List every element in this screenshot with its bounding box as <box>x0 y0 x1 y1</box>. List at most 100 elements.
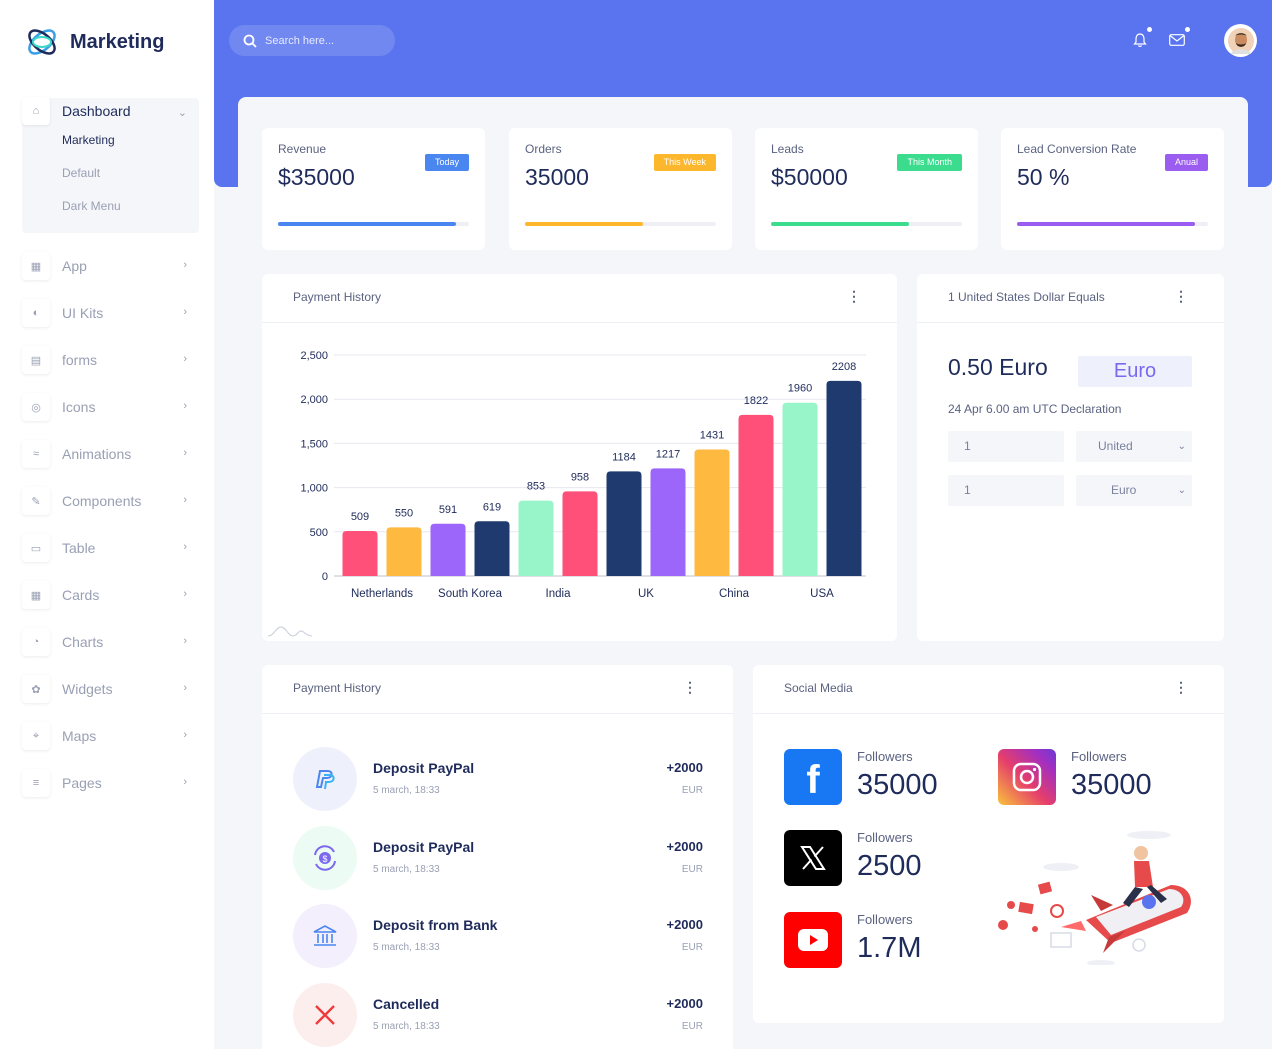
followers-value: 2500 <box>857 850 922 882</box>
rate-date: 24 Apr 6.00 am UTC Declaration <box>948 402 1122 416</box>
chevron-right-icon: › <box>183 541 187 553</box>
rocket-illustration <box>998 831 1191 965</box>
bar <box>738 414 774 576</box>
mail-icon[interactable] <box>1169 34 1185 46</box>
sidebar-subitem-default[interactable]: Default <box>22 157 199 190</box>
followers-label: Followers <box>857 912 913 927</box>
mail-dot <box>1185 27 1190 32</box>
bar <box>474 521 510 576</box>
social-item-facebook[interactable]: f Followers 35000 <box>784 749 984 809</box>
sidebar-item-widgets[interactable]: ✿ Widgets › <box>22 674 199 704</box>
transaction-name: Cancelled <box>373 995 440 1012</box>
stat-card: Lead Conversion Rate 50 % Anual <box>1001 128 1224 250</box>
list-item[interactable]: Cancelled 5 march, 18:33 +2000 EUR <box>293 982 703 1047</box>
cards-icon: ▦ <box>22 581 50 609</box>
transaction-date: 5 march, 18:33 <box>373 1020 440 1032</box>
sidebar-item-ui-kits[interactable]: ◐ UI Kits › <box>22 298 199 328</box>
currency-select-1[interactable]: United ⌄ <box>1076 431 1192 462</box>
y-tick-label: 500 <box>310 527 328 539</box>
period-badge: Anual <box>1164 154 1208 171</box>
chevron-right-icon: › <box>183 588 187 600</box>
search-input[interactable] <box>265 34 385 47</box>
chevron-down-icon: ⌄ <box>1177 441 1186 452</box>
sidebar-item-label: Widgets <box>62 681 113 697</box>
social-item-x[interactable]: Followers 2500 <box>784 830 984 890</box>
y-tick-label: 1,500 <box>300 438 328 450</box>
sidebar-item-label: Charts <box>62 634 104 650</box>
sidebar-item-icons[interactable]: ◎ Icons › <box>22 392 199 422</box>
stat-card: Revenue $35000 Today <box>262 128 485 250</box>
sidebar-item-label: UI Kits <box>62 305 104 321</box>
payment-history-chart-card: Payment History ⋮ 0 500 1,000 1,500 2,000 2,5… <box>262 274 897 641</box>
search-box[interactable] <box>229 25 395 56</box>
transaction-date: 5 march, 18:33 <box>373 863 440 875</box>
logo-icon <box>28 29 56 55</box>
more-vertical-icon[interactable]: ⋮ <box>683 679 697 696</box>
transaction-name: Deposit PayPal <box>373 838 475 855</box>
progress-fill <box>1017 222 1195 226</box>
sidebar-subitem-marketing[interactable]: Marketing <box>22 124 199 157</box>
sidebar-item-table[interactable]: ▭ Table › <box>22 533 199 563</box>
sidebar-group-dashboard: ⌂ Dashboard ⌄ Marketing Default Dark Men… <box>22 97 199 233</box>
ui-kits-icon: ◐ <box>22 299 50 327</box>
close-icon <box>293 982 357 1047</box>
sidebar-item-pages[interactable]: ≡ Pages › <box>22 768 199 798</box>
sidebar-item-label: Maps <box>62 728 97 744</box>
currency-converter-card: 1 United States Dollar Equals ⋮ 0.50 Eur… <box>917 274 1224 641</box>
x-tick-label: USA <box>810 588 834 600</box>
list-item[interactable]: Deposit PayPal 5 march, 18:33 +2000 EUR <box>293 747 703 811</box>
currency-select-2[interactable]: Euro ⌄ <box>1076 475 1192 506</box>
sidebar-item-label: Pages <box>62 775 102 791</box>
followers-label: Followers <box>1071 749 1127 764</box>
y-tick-label: 2,000 <box>300 394 328 406</box>
chevron-down-icon: ⌄ <box>1177 485 1186 496</box>
more-vertical-icon[interactable]: ⋮ <box>1174 288 1188 305</box>
brand-logo[interactable]: Marketing <box>24 24 164 60</box>
divider <box>753 713 1224 714</box>
x-tick-label: India <box>546 588 572 600</box>
data-label: 1822 <box>744 395 768 407</box>
sidebar-item-components[interactable]: ✎ Components › <box>22 486 199 516</box>
sidebar-item-charts[interactable]: ◔ Charts › <box>22 627 199 657</box>
list-item[interactable]: $ Deposit PayPal 5 march, 18:33 +2000 EUR <box>293 825 703 890</box>
sidebar-item-label: Dashboard <box>62 103 131 119</box>
x-tick-label: UK <box>638 588 654 600</box>
brand-name: Marketing <box>70 30 165 53</box>
data-label: 550 <box>395 507 413 519</box>
stat-title: Lead Conversion Rate <box>1017 142 1137 156</box>
social-item-youtube[interactable]: Followers 1.7M <box>784 912 984 972</box>
social-media-card: Social Media ⋮ f Followers 35000 Followers 3… <box>753 665 1224 1023</box>
data-label: 591 <box>439 504 457 516</box>
chevron-right-icon: › <box>183 306 187 318</box>
sidebar-item-cards[interactable]: ▦ Cards › <box>22 580 199 610</box>
sidebar-subitem-dark-menu[interactable]: Dark Menu <box>22 190 199 223</box>
avatar[interactable] <box>1224 24 1257 57</box>
x-tick-label: South Korea <box>438 588 503 600</box>
y-tick-label: 1,000 <box>300 483 328 495</box>
amount-input-1[interactable]: 1 <box>948 431 1064 462</box>
amount-input-2[interactable]: 1 <box>948 475 1064 506</box>
list-item[interactable]: Deposit from Bank 5 march, 18:33 +2000 EUR <box>293 904 703 968</box>
sidebar-item-animations[interactable]: ≈ Animations › <box>22 439 199 469</box>
stat-card: Leads $50000 This Month <box>755 128 978 250</box>
social-item-instagram[interactable]: Followers 35000 <box>998 749 1198 809</box>
sidebar-item-label: Components <box>62 493 142 509</box>
sidebar-item-maps[interactable]: ⌖ Maps › <box>22 721 199 751</box>
transaction-amount: +2000 <box>666 838 703 854</box>
x-tick-label: Netherlands <box>351 588 413 600</box>
sidebar-item-dashboard[interactable]: ⌂ Dashboard ⌄ <box>22 97 199 125</box>
chevron-down-icon: ⌄ <box>177 107 187 119</box>
data-label: 853 <box>527 481 545 493</box>
svg-text:$: $ <box>322 854 327 864</box>
data-label: 619 <box>483 501 501 513</box>
sidebar-item-forms[interactable]: ▤ forms › <box>22 345 199 375</box>
progress-fill <box>525 222 644 226</box>
animation-icon: ≈ <box>22 440 50 468</box>
bell-icon[interactable] <box>1133 33 1147 48</box>
period-badge: This Week <box>653 154 716 171</box>
data-label: 1217 <box>656 448 680 460</box>
sidebar-item-label: Cards <box>62 587 100 603</box>
more-vertical-icon[interactable]: ⋮ <box>1174 679 1188 696</box>
sidebar-item-app[interactable]: ▦ App › <box>22 251 199 281</box>
chevron-right-icon: › <box>183 447 187 459</box>
